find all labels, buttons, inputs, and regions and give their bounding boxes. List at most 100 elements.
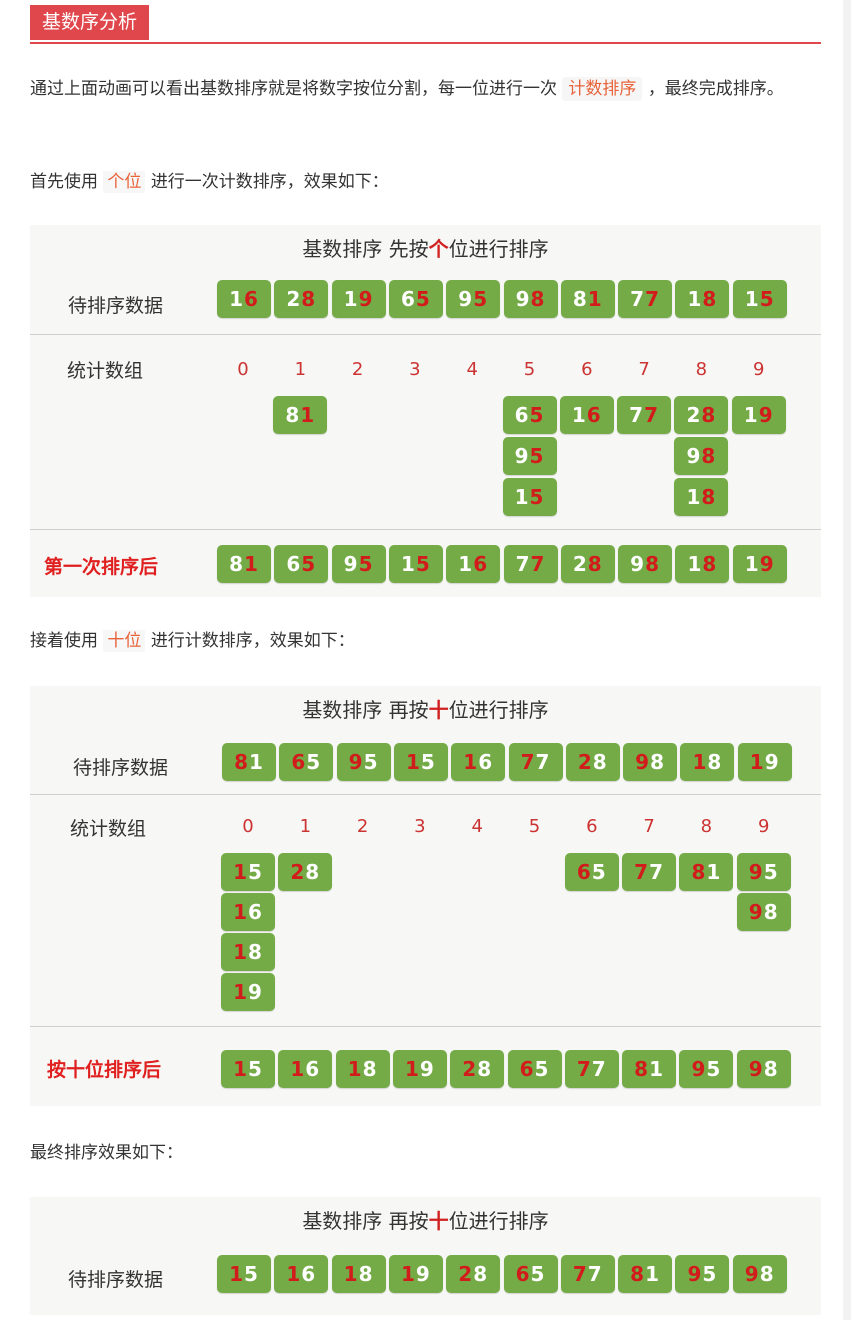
number-cell: 19 <box>388 1255 443 1293</box>
bucket-index: 3 <box>414 816 426 837</box>
digit: 6 <box>305 1057 321 1081</box>
highlighted-digit: 6 <box>586 403 602 427</box>
bucket-index: 8 <box>695 359 708 380</box>
digit: 8 <box>362 1057 378 1081</box>
digit: 9 <box>458 287 474 311</box>
highlighted-digit: 5 <box>529 485 545 509</box>
number-cell: 77 <box>503 545 558 583</box>
highlighted-digit: 1 <box>233 900 248 924</box>
title-text: 基数排序 再按 <box>302 698 429 722</box>
highlighted-digit: 7 <box>645 287 661 311</box>
number-cell: 19 <box>732 545 787 583</box>
number-cell: 98 <box>736 893 791 931</box>
digit: 8 <box>572 287 588 311</box>
highlighted-digit: 1 <box>233 860 248 884</box>
number-cell: 77 <box>617 396 672 434</box>
highlighted-digit: 8 <box>301 287 317 311</box>
result-row-label: 按十位排序后 <box>47 1059 162 1081</box>
number-cell: 18 <box>674 478 729 516</box>
divider <box>30 334 821 335</box>
bucket-index: 8 <box>700 816 713 837</box>
number-cell: 77 <box>560 1255 615 1293</box>
highlighted-digit: 5 <box>415 287 431 311</box>
number-cell: 19 <box>731 396 786 434</box>
number-cell: 18 <box>675 280 730 318</box>
number-cell: 77 <box>618 280 673 318</box>
digit: 5 <box>420 750 436 774</box>
highlighted-digit: 7 <box>520 750 536 774</box>
digit: 8 <box>650 750 666 774</box>
digit: 7 <box>515 552 531 576</box>
bucket-row-label: 统计数组 <box>70 818 147 840</box>
number-cell: 16 <box>221 893 275 931</box>
highlighted-digit: 9 <box>759 552 775 576</box>
digit: 5 <box>244 1262 259 1286</box>
digit: 1 <box>744 552 760 576</box>
highlighted-digit: 1 <box>233 980 248 1004</box>
highlighted-digit: 9 <box>358 287 374 311</box>
number-cell: 19 <box>221 973 275 1011</box>
digit: 1 <box>229 287 244 311</box>
digit: 1 <box>458 552 474 576</box>
number-cell: 81 <box>273 396 328 434</box>
digit: 1 <box>743 403 759 427</box>
digit: 9 <box>248 980 263 1004</box>
digit: 1 <box>649 1057 665 1081</box>
number-cell: 65 <box>388 280 443 318</box>
number-cell: 77 <box>508 743 563 781</box>
highlighted-digit: 1 <box>400 1262 416 1286</box>
digit: 9 <box>514 444 530 468</box>
digit: 8 <box>763 1057 779 1081</box>
number-cell: 81 <box>622 1050 677 1088</box>
number-cell: 65 <box>503 1255 558 1293</box>
bucket-index: 7 <box>643 816 655 837</box>
diagram-title: 基数排序 再按十位进行排序 <box>30 1205 821 1234</box>
digit: 8 <box>305 860 321 884</box>
highlighted-digit: 1 <box>749 750 765 774</box>
number-cell: 28 <box>446 1255 501 1293</box>
number-cell: 18 <box>675 545 730 583</box>
highlighted-digit: 1 <box>229 1262 244 1286</box>
number-cell: 28 <box>560 545 615 583</box>
highlighted-digit: 9 <box>691 1057 707 1081</box>
page-scrollbar[interactable] <box>843 0 851 1320</box>
digit: 8 <box>759 1262 775 1286</box>
highlighted-digit: 8 <box>587 552 603 576</box>
ones-text-end: 进行一次计数排序，效果如下： <box>150 172 389 192</box>
number-cell: 65 <box>502 396 557 434</box>
digit: 5 <box>591 860 607 884</box>
digit: 1 <box>687 552 703 576</box>
highlighted-digit: 6 <box>244 287 259 311</box>
highlighted-digit: 5 <box>358 552 374 576</box>
digit: 7 <box>587 1262 603 1286</box>
number-cell: 28 <box>450 1050 505 1088</box>
bucket-index: 1 <box>299 816 312 837</box>
bucket-index: 0 <box>237 359 249 380</box>
section-heading-bar: 基数序分析 <box>30 5 821 44</box>
highlighted-digit: 1 <box>290 1057 306 1081</box>
title-text-end: 位进行排序 <box>448 237 549 261</box>
digit: 1 <box>571 403 587 427</box>
number-cell: 98 <box>736 1050 791 1088</box>
number-cell: 81 <box>560 280 615 318</box>
bucket-index: 7 <box>638 359 650 380</box>
digit: 9 <box>419 1057 435 1081</box>
digit: 1 <box>744 287 760 311</box>
bucket-index: 2 <box>351 359 364 380</box>
highlighted-digit: 8 <box>701 485 717 509</box>
tens-text-end: 进行计数排序，效果如下： <box>150 631 355 651</box>
divider <box>30 529 821 530</box>
digit: 1 <box>343 287 359 311</box>
highlighted-digit: 8 <box>701 403 717 427</box>
highlighted-digit: 1 <box>347 1057 363 1081</box>
digit: 9 <box>515 287 531 311</box>
number-cell: 77 <box>564 1050 619 1088</box>
digit: 8 <box>707 750 723 774</box>
highlighted-digit: 5 <box>301 552 317 576</box>
bucket-index: 4 <box>471 816 483 837</box>
highlighted-digit: 8 <box>691 860 707 884</box>
number-cell: 65 <box>279 743 334 781</box>
digit: 1 <box>514 485 530 509</box>
highlighted-digit: 1 <box>405 750 421 774</box>
section-heading: 基数序分析 <box>30 5 150 40</box>
